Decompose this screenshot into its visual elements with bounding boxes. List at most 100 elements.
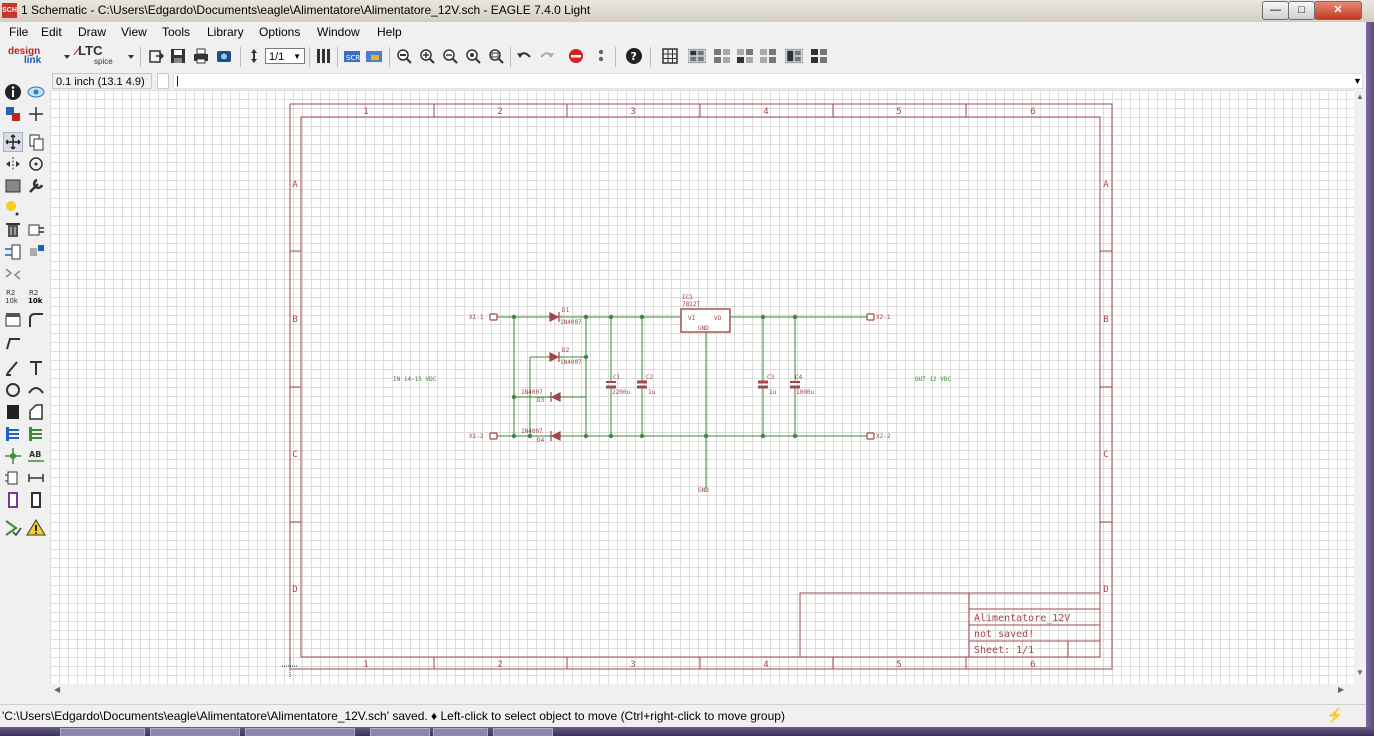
scroll-up-icon[interactable]: ▲	[1356, 92, 1364, 101]
menu-options[interactable]: Options	[259, 25, 300, 39]
show-icon[interactable]	[26, 82, 46, 102]
menu-file[interactable]: File	[9, 25, 28, 39]
polygon-icon[interactable]	[26, 402, 46, 422]
connector-x2-1[interactable]	[866, 313, 875, 321]
ltspice-button[interactable]: ∕LTC spice	[76, 44, 113, 67]
name-icon[interactable]: R2 10k	[3, 286, 23, 306]
open-icon[interactable]	[147, 47, 165, 65]
connector-x1-2[interactable]	[489, 432, 498, 440]
print-icon[interactable]	[192, 47, 210, 65]
layout-view-4-icon[interactable]	[759, 47, 777, 65]
schematic-canvas[interactable]: 1 2 3 4 5 6 1 2 3 4 5 6 A B C D A B C D	[50, 90, 1354, 684]
add-icon[interactable]	[26, 220, 46, 240]
info-icon[interactable]	[3, 82, 23, 102]
junction-icon[interactable]	[3, 446, 23, 466]
maximize-button[interactable]: □	[1288, 1, 1315, 20]
minimize-button[interactable]: —	[1262, 1, 1289, 20]
wire-icon[interactable]	[3, 358, 23, 378]
mark-icon[interactable]	[26, 104, 46, 124]
taskbar-item-4[interactable]	[370, 728, 430, 736]
close-button[interactable]: ✕	[1314, 1, 1362, 20]
capacitor-c4[interactable]	[790, 381, 800, 389]
pinswap-icon[interactable]	[3, 242, 23, 262]
layout-view-6-icon[interactable]	[810, 47, 828, 65]
connector-x2-2[interactable]	[866, 432, 875, 440]
taskbar-item-6[interactable]	[493, 728, 553, 736]
errors-icon[interactable]	[26, 518, 46, 538]
command-input[interactable]: |	[173, 73, 1363, 89]
smash-icon[interactable]	[3, 310, 23, 330]
capacitor-c2[interactable]	[637, 380, 647, 389]
split-icon[interactable]	[3, 332, 23, 352]
mirror-icon[interactable]	[3, 154, 23, 174]
menu-draw[interactable]: Draw	[78, 25, 106, 39]
layout-view-2-icon[interactable]	[713, 47, 731, 65]
layout-view-1-icon[interactable]	[687, 47, 712, 65]
taskbar-item-3[interactable]	[245, 728, 355, 736]
capacitor-c3[interactable]	[758, 380, 768, 389]
scroll-down-icon[interactable]: ▼	[1356, 668, 1364, 677]
paste-icon[interactable]	[3, 198, 23, 218]
designlink-button[interactable]: design link	[8, 47, 41, 66]
display-icon[interactable]	[3, 104, 23, 124]
sheet-select[interactable]: 1/1 ▼	[265, 48, 305, 64]
scroll-left-icon[interactable]: ◀	[54, 685, 60, 694]
group-icon[interactable]	[3, 176, 23, 196]
move-icon[interactable]	[2, 131, 24, 153]
zoom-redraw-icon[interactable]	[464, 47, 482, 65]
text-icon[interactable]	[26, 358, 46, 378]
save-icon[interactable]	[169, 47, 187, 65]
zoom-in-icon[interactable]	[418, 47, 436, 65]
erc-icon[interactable]	[3, 518, 23, 538]
ulp-icon[interactable]	[365, 47, 383, 65]
menu-library[interactable]: Library	[207, 25, 244, 39]
capacitor-c1[interactable]	[606, 381, 616, 389]
rect-icon[interactable]	[3, 402, 23, 422]
script-icon[interactable]: SCR	[343, 47, 361, 65]
diode-d3[interactable]	[548, 392, 562, 402]
arc-icon[interactable]	[26, 380, 46, 400]
zoom-select-icon[interactable]	[487, 47, 505, 65]
undo-icon[interactable]	[515, 47, 533, 65]
designlink-dropdown-icon[interactable]	[58, 47, 70, 65]
bus-icon[interactable]	[3, 424, 23, 444]
attribute-icon[interactable]	[3, 468, 23, 488]
redo-icon[interactable]	[538, 47, 556, 65]
menu-edit[interactable]: Edit	[41, 25, 62, 39]
rotate-icon[interactable]	[26, 154, 46, 174]
net-icon[interactable]	[26, 424, 46, 444]
help-icon[interactable]: ?	[625, 47, 643, 65]
delete-icon[interactable]	[3, 220, 23, 240]
gateswap-icon[interactable]	[3, 264, 23, 284]
dimension-icon[interactable]	[26, 468, 46, 488]
menu-help[interactable]: Help	[377, 25, 402, 39]
menu-tools[interactable]: Tools	[162, 25, 190, 39]
miter-icon[interactable]	[26, 310, 46, 330]
pin-icon[interactable]	[3, 490, 23, 510]
value-icon[interactable]: R2 10k	[26, 286, 46, 306]
vertical-scrollbar[interactable]: ▲ ▼	[1354, 90, 1366, 684]
go-icon[interactable]	[592, 47, 604, 65]
layout-view-3-icon[interactable]	[736, 47, 754, 65]
grid-toggle-icon[interactable]	[314, 47, 332, 65]
circle-icon[interactable]	[3, 380, 23, 400]
command-history-dropdown-icon[interactable]: ▼	[1353, 76, 1362, 86]
coordinate-toggle[interactable]	[157, 73, 169, 89]
layout-view-5-icon[interactable]	[784, 47, 809, 65]
taskbar-item-1[interactable]	[60, 728, 145, 736]
zoom-out-icon[interactable]	[441, 47, 459, 65]
cam-processor-icon[interactable]	[215, 47, 233, 65]
frame-icon[interactable]	[26, 490, 46, 510]
copy-icon[interactable]	[26, 132, 46, 152]
zoom-fit-icon[interactable]	[395, 47, 413, 65]
stop-icon[interactable]	[567, 47, 585, 65]
taskbar-item-2[interactable]	[150, 728, 240, 736]
horizontal-scrollbar[interactable]: ◀ ▶	[50, 684, 1354, 698]
grid-icon[interactable]	[661, 47, 679, 65]
ltspice-dropdown-icon[interactable]	[122, 47, 134, 65]
menu-view[interactable]: View	[121, 25, 147, 39]
menu-window[interactable]: Window	[317, 25, 360, 39]
taskbar-item-5[interactable]	[433, 728, 488, 736]
label-icon[interactable]: AB	[26, 446, 46, 466]
change-icon[interactable]	[26, 176, 46, 196]
